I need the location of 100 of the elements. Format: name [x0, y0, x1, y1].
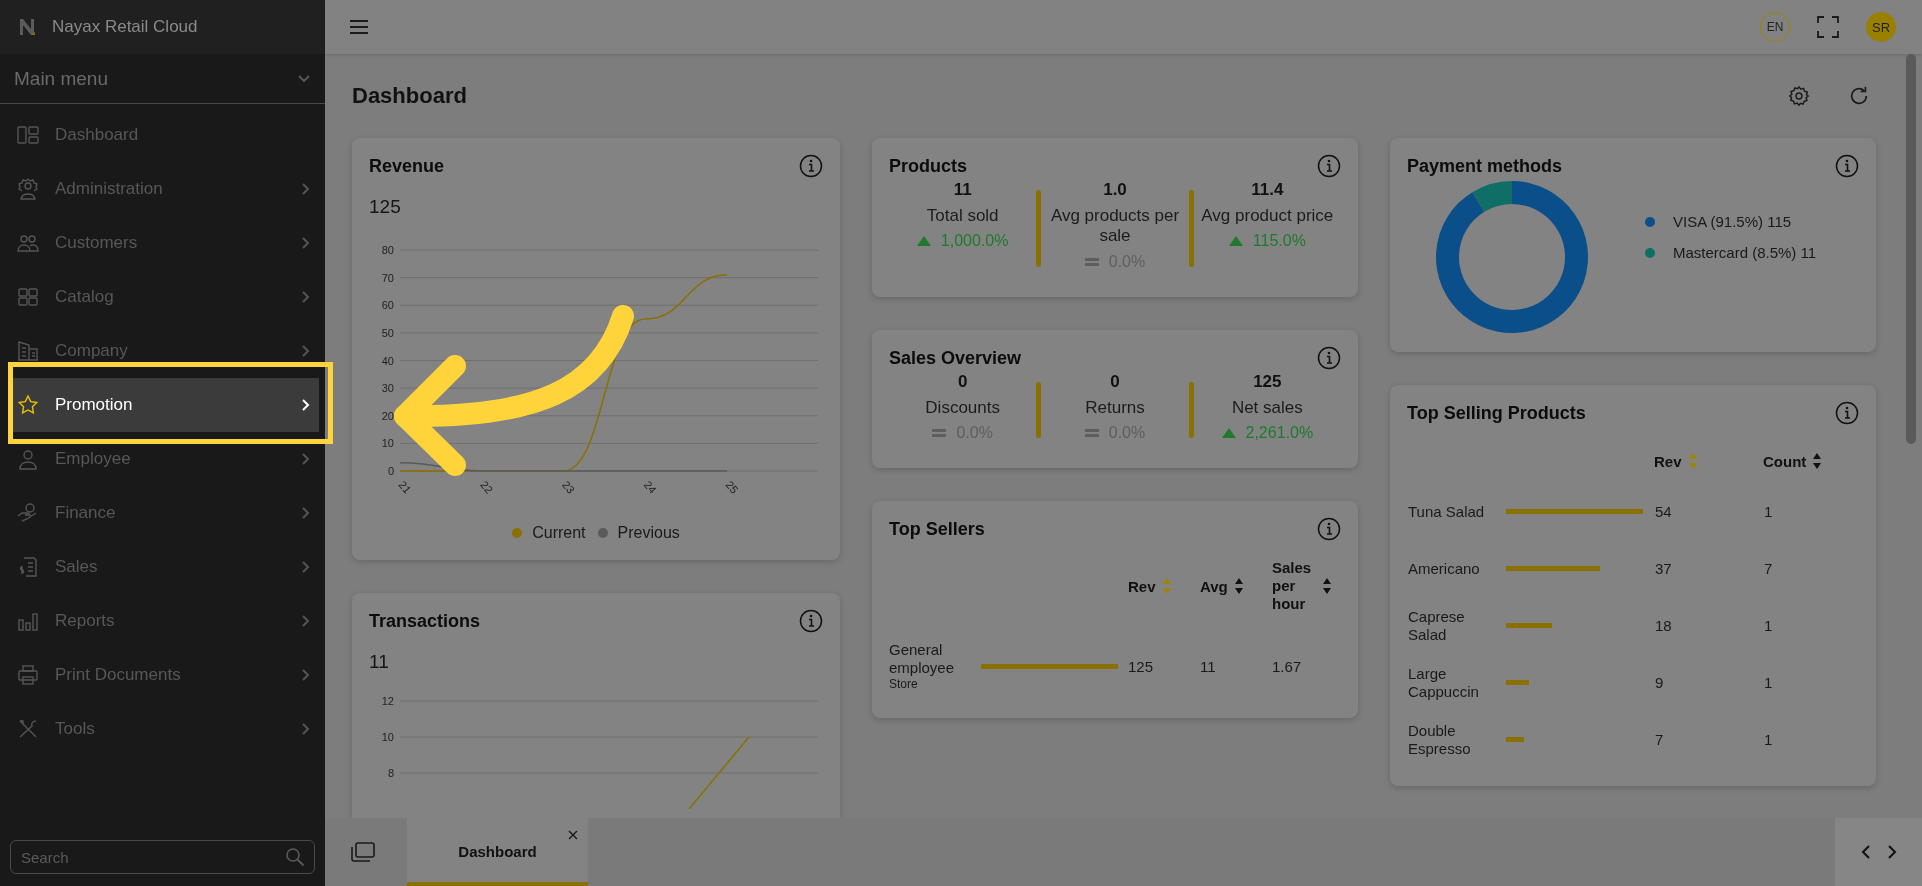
product-name: Tuna Salad — [1407, 501, 1486, 522]
seller-name: General employee — [889, 641, 956, 678]
sidebar-item[interactable]: Promotion — [12, 378, 319, 432]
gear-icon — [16, 177, 40, 201]
stat-value: 11.4 — [1251, 180, 1284, 200]
legend-label: VISA (91.5%) 115 — [1673, 213, 1792, 230]
sidebar-item[interactable]: Catalog — [0, 270, 325, 324]
sidebar-item[interactable]: Customers — [0, 216, 325, 270]
search-icon[interactable] — [285, 847, 305, 867]
chevron-right-icon — [301, 398, 311, 412]
column-header[interactable]: Rev — [1128, 577, 1172, 596]
sidebar-item[interactable]: Sales — [0, 540, 325, 594]
product-name: Large Cappuccin — [1407, 663, 1480, 702]
chevron-right-icon — [301, 614, 311, 628]
product-name: Americano — [1407, 558, 1481, 579]
chevron-right-icon — [301, 506, 311, 520]
card-title: Top Selling Products — [1407, 402, 1586, 424]
grid-icon — [16, 285, 40, 309]
column-header[interactable]: Sales per hour — [1272, 559, 1332, 614]
table-cell-text: 7 — [1763, 559, 1774, 579]
windows-icon[interactable] — [351, 842, 375, 862]
table-cell-text: 11 — [1200, 656, 1217, 677]
chevron-right-icon — [301, 668, 311, 682]
legend-item: Current — [512, 524, 586, 542]
seller-store: Store — [889, 677, 919, 692]
chevron-right-icon — [301, 182, 311, 196]
product-name: Caprese Salad — [1407, 606, 1466, 645]
sidebar-item[interactable]: Tools — [0, 702, 325, 756]
chevron-right-icon — [301, 722, 311, 736]
chevron-right-icon — [301, 452, 311, 466]
info-icon[interactable] — [1835, 154, 1859, 178]
stat-label: Avg products per sale — [1049, 206, 1181, 247]
stat-value: 1.0 — [1103, 180, 1127, 200]
info-icon[interactable] — [1317, 517, 1341, 542]
sidebar-item[interactable]: Employee — [0, 432, 325, 486]
axis-label: 30 — [381, 382, 394, 395]
column-header[interactable]: Avg — [1200, 577, 1244, 596]
table-cell-text: 7 — [1654, 730, 1665, 750]
chevron-left-icon[interactable] — [1859, 844, 1872, 860]
table-cell-text: 54 — [1654, 502, 1673, 522]
star-icon — [16, 393, 40, 417]
sidebar-item[interactable]: Finance — [0, 486, 325, 540]
stat-label: Avg product price — [1201, 206, 1334, 227]
transactions-value: 11 — [369, 651, 390, 673]
info-icon[interactable] — [1317, 345, 1341, 370]
info-icon[interactable] — [799, 154, 823, 178]
axis-label: 40 — [381, 354, 394, 367]
axis-label: 10 — [381, 437, 394, 450]
page-title: Dashboard — [352, 83, 467, 109]
sidebar-item[interactable]: Print Documents — [0, 648, 325, 702]
refresh-icon[interactable] — [1848, 85, 1870, 107]
axis-label: 50 — [381, 326, 394, 339]
tab[interactable]: Dashboard — [407, 818, 588, 886]
sidebar-item[interactable]: Administration — [0, 162, 325, 216]
product-name: Double Espresso — [1407, 720, 1472, 759]
chevron-right-icon[interactable] — [1885, 844, 1898, 860]
sidebar-item[interactable]: Reports — [0, 594, 325, 648]
legend-label: Mastercard (8.5%) 11 — [1673, 244, 1817, 261]
change-percent: 115.0% — [1252, 232, 1306, 251]
info-icon[interactable] — [799, 609, 823, 633]
close-icon[interactable] — [568, 830, 578, 840]
column-header[interactable]: Rev — [1654, 452, 1698, 470]
up-triangle-icon — [1221, 428, 1236, 439]
card-title: Products — [889, 155, 967, 177]
chevron-right-icon — [301, 560, 311, 574]
card-title: Sales Overview — [889, 346, 1022, 369]
info-icon[interactable] — [1317, 154, 1341, 178]
stat-value: 11 — [953, 180, 972, 200]
card-title: Revenue — [369, 155, 445, 177]
sidebar-item[interactable]: Dashboard — [0, 108, 325, 162]
menu-icon[interactable] — [349, 19, 369, 35]
legend-item: Previous — [597, 524, 680, 542]
sidebar-item[interactable]: Company — [0, 324, 325, 378]
layout-icon — [16, 123, 40, 147]
axis-label: 60 — [381, 299, 394, 312]
stat-label: Returns — [1085, 397, 1145, 419]
building-icon — [16, 339, 40, 363]
chevron-right-icon — [301, 290, 311, 304]
up-triangle-icon — [916, 236, 931, 247]
axis-label: 20 — [381, 409, 394, 422]
stat-value: 0 — [1110, 371, 1120, 392]
info-icon[interactable] — [1835, 401, 1859, 425]
axis-label: 21 — [396, 478, 414, 496]
column-header[interactable]: Count — [1763, 452, 1823, 470]
table-cell-text: 125 — [1128, 656, 1155, 677]
axis-label: 80 — [381, 244, 394, 256]
scrollbar[interactable] — [1906, 54, 1916, 444]
axis-label: 23 — [559, 478, 578, 496]
revenue-bar — [1506, 623, 1552, 628]
settings-icon[interactable] — [1788, 85, 1810, 107]
stat-value: 0 — [957, 371, 968, 392]
chevron-right-icon — [301, 236, 311, 250]
table-cell-text: 18 — [1654, 616, 1673, 636]
axis-label: 12 — [381, 695, 394, 707]
search-field[interactable]: Search — [10, 840, 315, 874]
axis-label: 0 — [387, 465, 394, 477]
app-name: Nayax Retail Cloud — [52, 17, 198, 37]
fullscreen-icon[interactable] — [1816, 15, 1840, 39]
stat-label: Net sales — [1231, 397, 1303, 419]
user-avatar[interactable]: SR — [1866, 12, 1896, 42]
